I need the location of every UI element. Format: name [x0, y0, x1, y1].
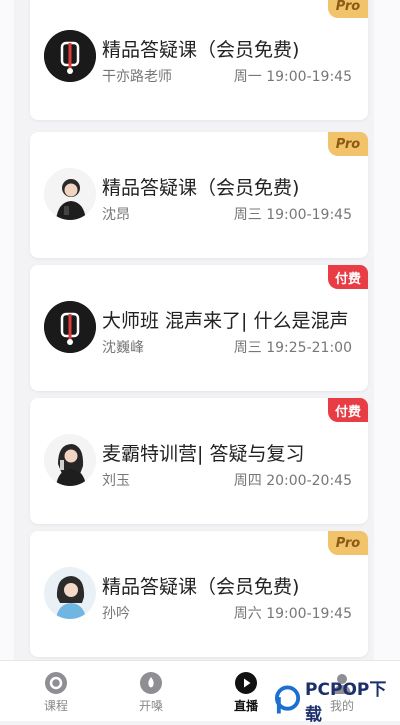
course-card-list: Pro 精品答疑课（会员免费) 干亦路老师 周一 19:00-19:45 Pro: [0, 0, 400, 660]
teacher-name: 刘玉: [102, 473, 130, 489]
teacher-avatar: [44, 168, 96, 220]
warmup-icon: [140, 672, 162, 694]
course-title: 大师班 混声来了| 什么是混声: [102, 310, 349, 332]
course-title: 精品答疑课（会员免费): [102, 576, 300, 598]
tab-live[interactable]: 直播: [216, 661, 276, 721]
paid-badge: 付费: [328, 265, 368, 289]
teacher-name: 孙吟: [102, 606, 130, 622]
person-photo-icon: [44, 168, 96, 220]
microphone-logo-icon: [44, 301, 96, 353]
pro-badge: Pro: [328, 531, 368, 555]
teacher-name: 沈昂: [102, 207, 130, 223]
tab-label: 直播: [233, 699, 258, 713]
tab-warmup[interactable]: 开嗓: [121, 661, 181, 721]
microphone-logo-icon: [44, 30, 96, 82]
teacher-avatar: [44, 301, 96, 353]
course-title: 精品答疑课（会员免费): [102, 39, 300, 61]
course-title: 精品答疑课（会员免费): [102, 177, 300, 199]
course-card[interactable]: Pro 精品答疑课（会员免费) 孙吟 周六 19:00-19:45: [30, 531, 368, 657]
teacher-name: 干亦路老师: [102, 69, 172, 85]
schedule-time: 周六 19:00-19:45: [233, 606, 352, 622]
pro-badge: Pro: [328, 0, 368, 18]
teacher-avatar: [44, 567, 96, 619]
course-card[interactable]: 付费 大师班 混声来了| 什么是混声 沈巍峰 周三 19:25-21:00: [30, 265, 368, 391]
live-icon: [235, 672, 257, 694]
schedule-time: 周三 19:25-21:00: [233, 340, 352, 356]
teacher-name: 沈巍峰: [102, 340, 144, 356]
tab-label: 课程: [43, 699, 68, 713]
schedule-time: 周四 20:00-20:45: [233, 473, 352, 489]
pro-badge: Pro: [328, 132, 368, 156]
paid-badge: 付费: [328, 398, 368, 422]
teacher-avatar: [44, 434, 96, 486]
tab-course[interactable]: 课程: [26, 661, 86, 721]
course-card[interactable]: 付费 麦霸特训营| 答疑与复习 刘玉 周四 20:00-20:45: [30, 398, 368, 524]
course-card[interactable]: Pro 精品答疑课（会员免费) 干亦路老师 周一 19:00-19:45: [30, 0, 368, 120]
watermark: PCPOP下载: [274, 680, 400, 725]
schedule-time: 周一 19:00-19:45: [233, 69, 352, 85]
person-photo-icon: [44, 567, 96, 619]
tab-label: 开嗓: [138, 699, 163, 713]
course-card[interactable]: Pro 精品答疑课（会员免费) 沈昂 周三 19:00-19:45: [30, 132, 368, 258]
person-photo-icon: [44, 434, 96, 486]
pcpop-logo-icon: [274, 685, 301, 714]
watermark-text: PCPOP下载: [305, 680, 387, 725]
teacher-avatar: [44, 30, 96, 82]
course-title: 麦霸特训营| 答疑与复习: [102, 443, 305, 465]
course-icon: [45, 672, 67, 694]
schedule-time: 周三 19:00-19:45: [233, 207, 352, 223]
